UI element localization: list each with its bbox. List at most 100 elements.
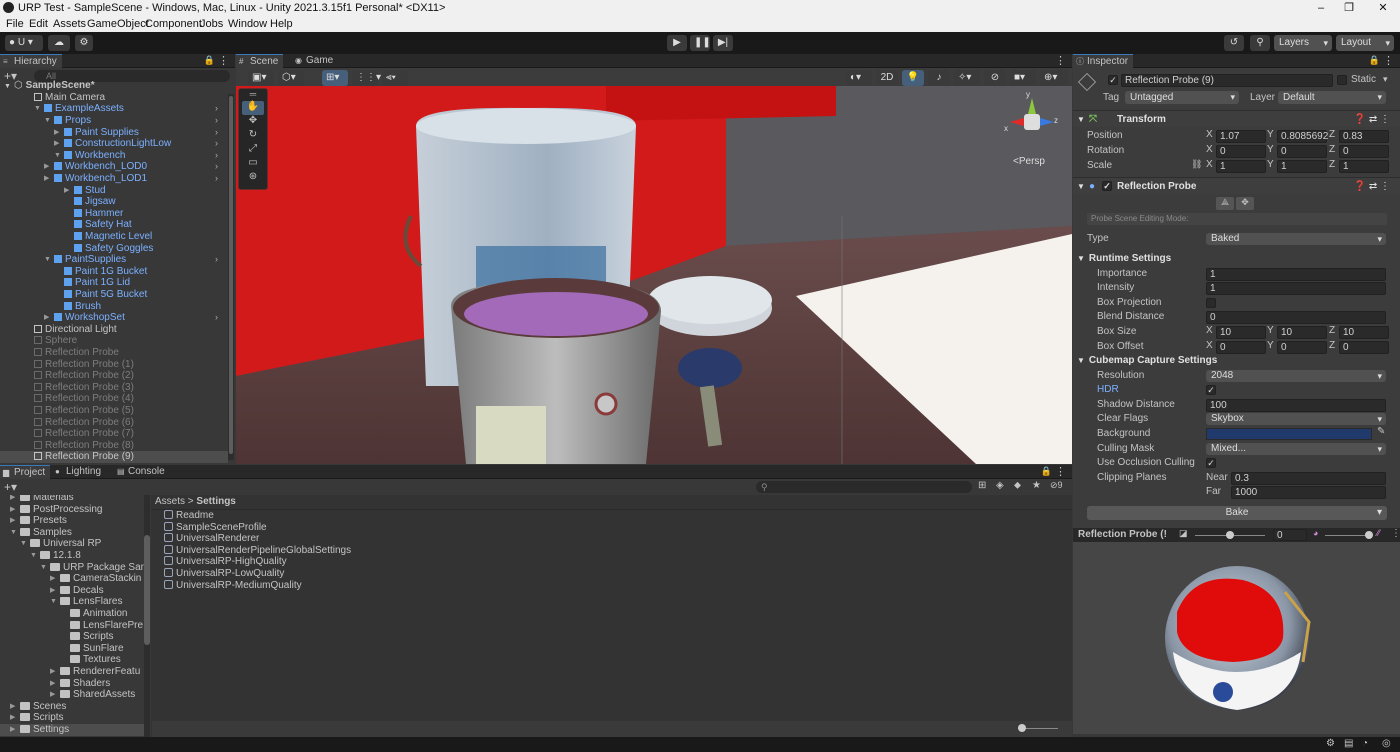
gizmo-y-axis[interactable] [1028, 98, 1036, 114]
search-icon[interactable]: ⚲ [1250, 35, 1270, 51]
blend-distance-field[interactable]: 0 [1206, 311, 1386, 324]
close-button[interactable]: ✕ [1368, 0, 1398, 16]
tag-dropdown[interactable]: Untagged [1125, 91, 1239, 104]
tab-hierarchy[interactable]: ≡ Hierarchy [0, 54, 62, 68]
grid-snap-dropdown[interactable]: ⊞▾ [322, 70, 348, 86]
folder-foldout-icon[interactable]: ▶ [50, 585, 55, 597]
folder-tree-item[interactable]: ▶ Scripts [0, 712, 145, 724]
icon-size-slider-handle[interactable] [1018, 724, 1026, 732]
prefab-chevron-icon[interactable]: › [215, 173, 218, 185]
transform-foldout-icon[interactable]: ▼ [1077, 111, 1085, 128]
hdr-checkbox[interactable]: ✓ [1206, 385, 1216, 395]
play-button[interactable]: ▶ [667, 35, 687, 51]
hierarchy-item[interactable]: Reflection Probe (1) [0, 359, 228, 371]
account-dropdown[interactable]: ● U ▾ [5, 35, 43, 51]
folder-foldout-icon[interactable]: ▶ [50, 689, 55, 701]
menu-window[interactable]: Window [228, 18, 267, 30]
folder-tree-item[interactable]: ▶ SharedAssets [0, 689, 145, 701]
hidden-objects-icon[interactable]: ⊘ [984, 70, 1006, 86]
folder-foldout-icon[interactable]: ▶ [10, 724, 15, 736]
clear-flags-dropdown[interactable]: Skybox [1206, 413, 1386, 425]
hierarchy-item[interactable]: Reflection Probe (2) [0, 370, 228, 382]
asset-item[interactable]: UniversalRP-HighQuality [164, 556, 287, 568]
eyedropper-icon[interactable]: ✎ [1377, 426, 1385, 437]
transform-rotation-x-field[interactable]: 0 [1216, 145, 1266, 158]
asset-item[interactable]: UniversalRenderPipelineGlobalSettings [164, 544, 351, 557]
hierarchy-item[interactable]: Directional Light [0, 324, 228, 336]
transform-scale-z-field[interactable]: 1 [1339, 160, 1389, 173]
importance-field[interactable]: 1 [1206, 268, 1386, 281]
box-offset-y-field[interactable]: 0 [1277, 341, 1327, 354]
folder-tree-item[interactable]: ▶ Decals [0, 585, 145, 597]
folder-foldout-icon[interactable]: ▼ [40, 562, 47, 574]
folder-foldout-icon[interactable]: ▼ [30, 550, 37, 562]
draw-mode-dropdown[interactable]: ▣▾ [248, 70, 274, 86]
orientation-gizmo[interactable]: y z x [1004, 90, 1060, 152]
rect-tool-icon[interactable]: ▭ [239, 157, 267, 171]
probe-foldout-icon[interactable]: ▼ [1077, 178, 1085, 195]
hierarchy-scrollbar[interactable] [228, 94, 234, 460]
hierarchy-item[interactable]: ▶ Workbench_LOD1 › [0, 173, 228, 185]
hidden-packages-icon[interactable]: ⊘9 [1050, 480, 1063, 491]
folder-tree-item[interactable]: ▶ PostProcessing [0, 504, 145, 516]
folder-foldout-icon[interactable]: ▼ [10, 527, 17, 539]
transform-tool-icon[interactable]: ⊛ [239, 171, 267, 185]
foldout-arrow-icon[interactable]: ▶ [64, 185, 69, 197]
projection-label[interactable]: <Persp [1013, 156, 1045, 167]
menu-file[interactable]: File [6, 18, 24, 30]
audio-toggle-icon[interactable]: ♪ [928, 70, 950, 86]
tab-console[interactable]: ▤ Console [114, 465, 170, 479]
prefab-chevron-icon[interactable]: › [215, 138, 218, 150]
project-kebab-icon[interactable]: ⋮ [1055, 465, 1066, 478]
pivot-dropdown[interactable]: ⬡▾ [278, 70, 304, 86]
far-field[interactable]: 1000 [1231, 486, 1386, 499]
foldout-arrow-icon[interactable]: ▶ [44, 312, 49, 324]
move-tool-icon[interactable]: ✥ [239, 115, 267, 129]
history-icon[interactable]: ↺ [1224, 35, 1244, 51]
transform-menu-icons[interactable]: ❓ ⇄ ⋮ [1354, 111, 1390, 128]
transform-scale-x-field[interactable]: 1 [1216, 160, 1266, 173]
hierarchy-item[interactable]: ▼ PaintSupplies › [0, 254, 228, 266]
background-color-swatch[interactable] [1206, 428, 1372, 440]
folder-foldout-icon[interactable]: ▶ [50, 573, 55, 585]
hierarchy-item[interactable]: Reflection Probe (8) [0, 440, 228, 452]
shadow-distance-field[interactable]: 100 [1206, 399, 1386, 412]
foldout-arrow-icon[interactable]: ▶ [44, 161, 49, 173]
kebab-menu-icon[interactable]: ⋮ [218, 54, 229, 67]
create-asset-icon[interactable]: +▾ [4, 480, 17, 494]
preview-kebab-icon[interactable]: ⋮ [1391, 528, 1400, 539]
scale-tool-icon[interactable]: ⤢ [239, 143, 267, 157]
menu-gameobject[interactable]: GameObject [87, 18, 149, 30]
resolution-dropdown[interactable]: 2048 [1206, 370, 1386, 382]
folder-foldout-icon[interactable]: ▼ [50, 596, 57, 608]
scene-foldout-icon[interactable]: ▼ [4, 83, 11, 90]
align-dropdown[interactable]: ⫷▾ [382, 70, 408, 86]
runtime-settings-foldout[interactable]: ▼ Runtime Settings [1077, 252, 1171, 266]
section-foldout-icon[interactable]: ▼ [1077, 254, 1085, 263]
effects-dropdown[interactable]: ✧▾ [954, 70, 980, 86]
favorite-star-icon[interactable]: ★ [1032, 480, 1041, 491]
edit-origin-icon[interactable]: ✥ [1236, 197, 1254, 210]
hierarchy-item[interactable]: Jigsaw [0, 196, 228, 208]
probe-enabled-checkbox[interactable]: ✓ [1102, 181, 1112, 191]
folder-tree-item[interactable]: ▼ Universal RP [0, 538, 145, 550]
constrain-proportions-icon[interactable]: ⛓ [1191, 159, 1202, 170]
asset-item[interactable]: UniversalRP-LowQuality [164, 568, 284, 580]
hierarchy-item[interactable]: ▶ Workbench_LOD0 › [0, 161, 228, 173]
hierarchy-item[interactable]: Reflection Probe (4) [0, 393, 228, 405]
prefab-chevron-icon[interactable]: › [215, 254, 218, 266]
folder-foldout-icon[interactable]: ▼ [20, 538, 27, 550]
filter-label-icon[interactable]: ◈ [996, 480, 1004, 491]
hierarchy-item[interactable]: Sphere [0, 335, 228, 347]
project-lock-icon[interactable]: 🔒 [1041, 466, 1052, 477]
lighting-toggle-icon[interactable]: 💡 [902, 70, 924, 86]
lock-icon[interactable]: 🔒 [204, 55, 215, 66]
folder-tree-item[interactable]: Animation [0, 608, 145, 620]
tab-game[interactable]: ◉ Game [292, 54, 338, 68]
folder-tree-item[interactable]: SunFlare [0, 643, 145, 655]
layout-dropdown[interactable]: Layout [1336, 35, 1394, 51]
hierarchy-item[interactable]: Reflection Probe (5) [0, 405, 228, 417]
folder-tree-item[interactable]: ▶ Shaders [0, 678, 145, 690]
exposure-slider-handle[interactable] [1365, 531, 1373, 539]
cache-icon[interactable]: ▤ [1344, 738, 1353, 749]
